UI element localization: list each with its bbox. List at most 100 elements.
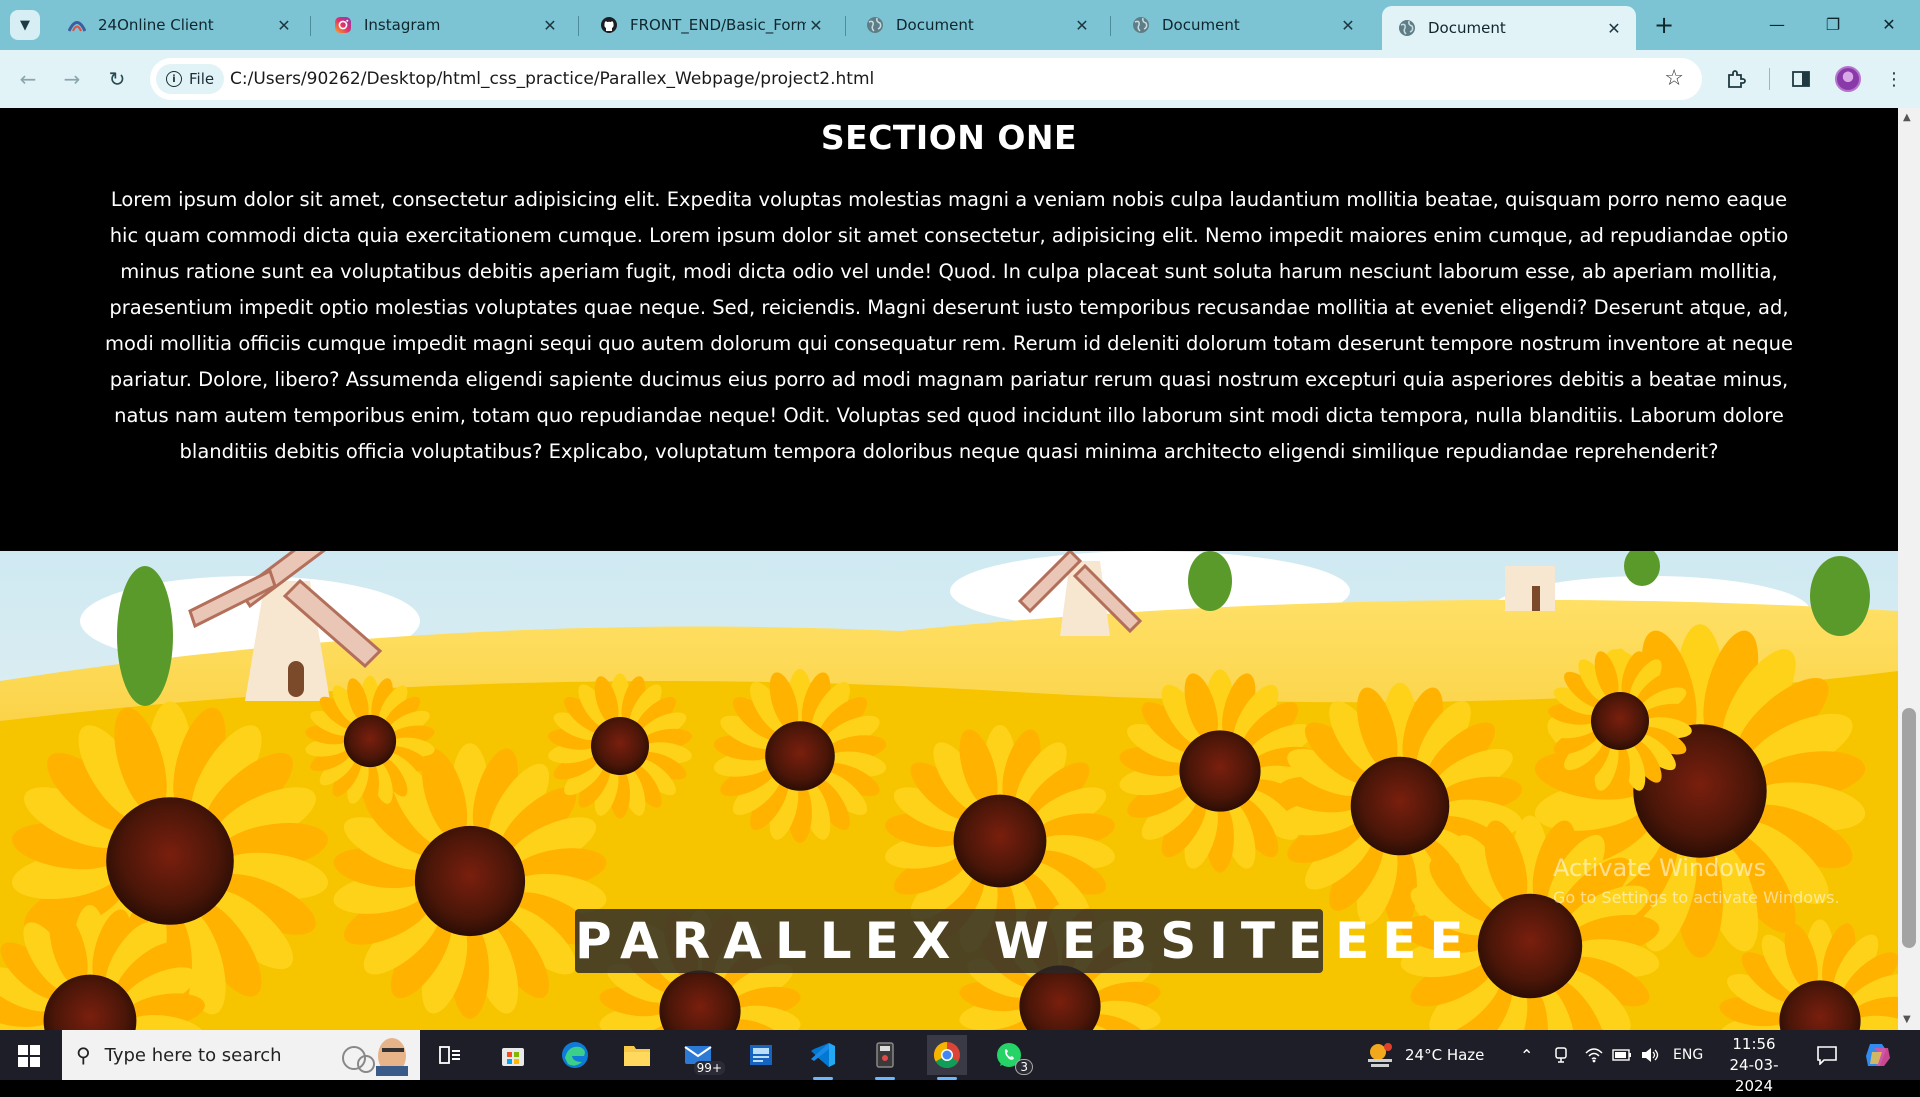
tab-separator [310, 16, 311, 36]
scrollbar-thumb[interactable] [1902, 708, 1916, 948]
info-icon: i [166, 71, 182, 87]
tab-separator [845, 16, 846, 36]
tab-title: FRONT_END/Basic_Form/ [630, 16, 806, 34]
tab-strip: ▼ 24Online Client ✕ Instagram ✕ FRONT_EN… [0, 0, 1920, 50]
whatsapp-badge: 3 [1015, 1059, 1033, 1075]
minimize-button[interactable]: — [1754, 8, 1800, 40]
menu-kebab-icon[interactable]: ⋮ [1880, 65, 1908, 93]
mail-icon[interactable]: 99+ [679, 1035, 719, 1075]
taskbar-search-box[interactable]: ⚲ Type here to search [62, 1030, 420, 1080]
chevron-down-icon: ▼ [20, 18, 30, 33]
section-one: SECTION ONE Lorem ipsum dolor sit amet, … [0, 108, 1898, 551]
calculator-app-icon[interactable] [865, 1035, 905, 1075]
tab-instagram[interactable]: Instagram ✕ [318, 8, 572, 42]
new-tab-button[interactable]: + [1650, 11, 1678, 39]
tab-separator [578, 16, 579, 36]
reload-icon: ↻ [109, 67, 126, 91]
meet-now-icon[interactable] [1553, 1030, 1569, 1080]
browser-toolbar: ← → ↻ i File C:/Users/90262/Desktop/html… [0, 50, 1920, 108]
hero-title: PARALLEX WEBSITEEEE [575, 909, 1323, 973]
news-icon[interactable] [741, 1035, 781, 1075]
tab-document-active[interactable]: Document ✕ [1382, 6, 1636, 50]
vscode-icon[interactable] [803, 1035, 843, 1075]
restore-button[interactable]: ❐ [1810, 8, 1856, 40]
weather-widget[interactable]: 24°C Haze [1365, 1030, 1484, 1080]
close-icon[interactable]: ✕ [806, 15, 826, 35]
language-indicator[interactable]: ENG [1673, 1030, 1703, 1080]
page-viewport: SECTION ONE Lorem ipsum dolor sit amet, … [0, 108, 1920, 1030]
edge-icon[interactable] [555, 1035, 595, 1075]
show-hidden-icons-chevron-icon[interactable]: ⌃ [1520, 1030, 1533, 1080]
site-info-chip[interactable]: i File [156, 64, 224, 94]
url-text[interactable]: C:/Users/90262/Desktop/html_css_practice… [230, 69, 874, 89]
close-icon[interactable]: ✕ [1604, 18, 1624, 38]
tab-document-2[interactable]: Document ✕ [1116, 8, 1370, 42]
back-button[interactable]: ← [12, 63, 44, 95]
watermark-title: Activate Windows [1553, 854, 1840, 882]
forward-button[interactable]: → [56, 63, 88, 95]
volume-icon[interactable] [1640, 1030, 1660, 1080]
chrome-icon[interactable] [927, 1035, 967, 1075]
globe-icon [866, 16, 884, 34]
address-bar[interactable]: i File C:/Users/90262/Desktop/html_css_p… [150, 58, 1702, 100]
site-chip-label: File [189, 70, 214, 88]
reload-button[interactable]: ↻ [101, 63, 133, 95]
weather-haze-icon [1365, 1041, 1395, 1069]
bookmark-star-icon[interactable]: ☆ [1664, 66, 1684, 91]
microsoft-store-icon[interactable] [493, 1035, 533, 1075]
plus-icon: + [1654, 11, 1674, 39]
tab-separator [1110, 16, 1111, 36]
windows-taskbar: ⚲ Type here to search 99+ 3 [0, 1030, 1920, 1080]
battery-icon[interactable] [1612, 1030, 1632, 1080]
watermark-subtitle: Go to Settings to activate Windows. [1553, 888, 1840, 907]
tab-title: Document [1162, 16, 1338, 34]
arrow-left-icon: ← [20, 67, 37, 91]
24online-icon [68, 16, 86, 34]
file-explorer-icon[interactable] [617, 1035, 657, 1075]
globe-icon [1132, 16, 1150, 34]
scroll-up-arrow-icon[interactable]: ▲ [1903, 112, 1911, 123]
parallax-hero: PARALLEX WEBSITEEEE Activate Windows Go … [0, 551, 1898, 1030]
arrow-right-icon: → [64, 67, 81, 91]
notification-center-icon[interactable] [1816, 1030, 1838, 1080]
task-view-icon[interactable] [430, 1035, 470, 1075]
tab-search-button[interactable]: ▼ [10, 10, 40, 40]
copilot-icon[interactable] [1864, 1030, 1892, 1080]
weather-text: 24°C Haze [1405, 1046, 1484, 1064]
restore-icon: ❐ [1826, 15, 1840, 34]
vertical-scrollbar[interactable]: ▲ ▼ [1898, 108, 1920, 1030]
tab-24online[interactable]: 24Online Client ✕ [52, 8, 306, 42]
close-icon[interactable]: ✕ [274, 15, 294, 35]
tab-title: Document [1428, 19, 1604, 37]
windows-start-icon[interactable] [18, 1045, 40, 1067]
wifi-icon[interactable] [1585, 1030, 1603, 1080]
side-panel-icon[interactable] [1787, 65, 1815, 93]
instagram-icon [334, 16, 352, 34]
close-window-button[interactable]: ✕ [1866, 8, 1912, 40]
close-icon[interactable]: ✕ [1072, 15, 1092, 35]
close-icon[interactable]: ✕ [540, 15, 560, 35]
search-placeholder: Type here to search [105, 1045, 282, 1066]
tab-title: Instagram [364, 16, 540, 34]
search-icon: ⚲ [76, 1043, 91, 1067]
scroll-down-arrow-icon[interactable]: ▼ [1903, 1014, 1911, 1025]
whatsapp-icon[interactable]: 3 [989, 1035, 1029, 1075]
github-icon [600, 16, 618, 34]
tab-title: Document [896, 16, 1072, 34]
close-icon: ✕ [1882, 15, 1895, 34]
system-clock[interactable]: 11:56 24-03-2024 [1712, 1034, 1796, 1097]
tab-github[interactable]: FRONT_END/Basic_Form/ ✕ [584, 8, 838, 42]
globe-icon [1398, 19, 1416, 37]
profile-avatar[interactable] [1835, 66, 1861, 92]
activate-windows-watermark: Activate Windows Go to Settings to activ… [1553, 854, 1840, 907]
mail-badge: 99+ [694, 1061, 725, 1075]
extensions-icon[interactable] [1722, 65, 1750, 93]
minimize-icon: — [1769, 15, 1785, 34]
tab-document-1[interactable]: Document ✕ [850, 8, 1104, 42]
search-highlight-icon [332, 1034, 412, 1076]
section-title: SECTION ONE [0, 118, 1898, 157]
close-icon[interactable]: ✕ [1338, 15, 1358, 35]
tab-title: 24Online Client [98, 16, 274, 34]
clock-time: 11:56 [1712, 1034, 1796, 1055]
clock-date: 24-03-2024 [1712, 1055, 1796, 1097]
